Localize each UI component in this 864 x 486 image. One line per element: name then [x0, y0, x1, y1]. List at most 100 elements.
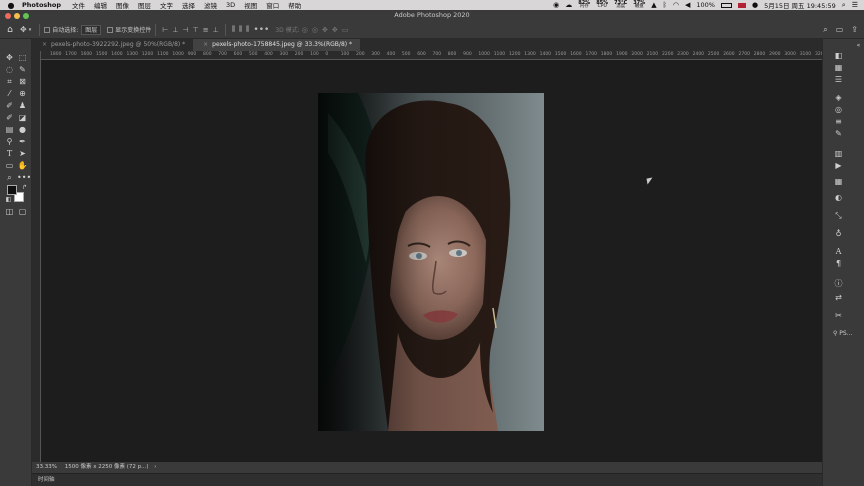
window-minimize-button[interactable] — [14, 13, 20, 19]
close-icon[interactable]: × — [42, 41, 47, 48]
histogram-panel-icon[interactable]: ▥ — [833, 149, 844, 159]
tool-preset-dropdown[interactable]: ▾ — [29, 27, 32, 33]
screen-mode-icon[interactable]: ▢ — [17, 207, 28, 217]
align-center-h-icon[interactable]: ⊥ — [172, 26, 178, 34]
channels-panel-icon[interactable]: ◎ — [833, 105, 844, 115]
layer-dropdown[interactable]: 图层 — [81, 24, 102, 35]
vertical-ruler[interactable] — [32, 51, 41, 462]
align-right-icon[interactable]: ⊣ — [183, 26, 189, 34]
lightbulb-icon[interactable]: ♁ — [833, 229, 844, 239]
workspace-icon[interactable]: ▭ — [836, 25, 844, 35]
align-middle-icon[interactable]: ≡ — [203, 26, 209, 34]
default-colors-icon[interactable]: ◧ — [3, 195, 14, 205]
cloud-icon[interactable]: ☁ — [565, 1, 572, 9]
horizontal-ruler[interactable]: 1800 1700 1600 1500 1400 1300 1200 1100 1000 900 8… — [41, 51, 822, 60]
3d-roll-icon[interactable]: ◎ — [312, 26, 318, 34]
apple-icon[interactable]: ● — [0, 1, 22, 10]
quick-mask-icon[interactable]: ◫ — [4, 207, 15, 217]
more-tools-icon[interactable]: ••• — [17, 173, 31, 183]
properties-panel-icon[interactable]: ⇄ — [833, 293, 844, 303]
tab-document-2[interactable]: × pexels-photo-1758845.jpeg @ 33.3%(RGB/8… — [193, 39, 361, 51]
3d-scale-icon[interactable]: ▭ — [342, 26, 349, 34]
distribute-3-icon[interactable]: ⫼ — [246, 25, 249, 34]
paths-panel-icon[interactable]: ✎ — [833, 129, 844, 139]
zoom-tool-icon[interactable]: ⌕ — [4, 173, 15, 183]
pen-tool-icon[interactable]: ✒ — [17, 137, 28, 147]
menu-help[interactable]: 帮助 — [288, 0, 301, 10]
3d-pan-icon[interactable]: ✥ — [322, 26, 328, 34]
app-menu-photoshop[interactable]: Photoshop — [22, 1, 61, 9]
gradient-tool-icon[interactable]: ▤ — [4, 125, 15, 135]
menu-file[interactable]: 文件 — [72, 0, 85, 10]
menu-filter[interactable]: 滤镜 — [204, 0, 217, 10]
libraries-panel-icon[interactable]: ☰ — [833, 75, 844, 85]
tab-document-1[interactable]: × pexels-photo-3922292.jpeg @ 50%(RGB/8) … — [32, 39, 193, 51]
foreground-color-swatch[interactable] — [7, 185, 17, 195]
3d-orbit-icon[interactable]: ◎ — [302, 26, 308, 34]
share-icon[interactable]: ⇪ — [851, 25, 858, 35]
brush-tool-icon[interactable]: ✐ — [4, 101, 15, 111]
collapse-panels-icon[interactable]: « — [853, 41, 864, 51]
close-icon[interactable]: × — [203, 41, 208, 48]
adjustments-panel-icon[interactable]: ≡ — [833, 117, 844, 127]
stat-memory[interactable]: 82% 内存 — [578, 0, 590, 10]
align-left-icon[interactable]: ⊢ — [162, 26, 168, 34]
blur-tool-icon[interactable]: ● — [17, 125, 28, 135]
menu-layer[interactable]: 图层 — [138, 0, 151, 10]
info-panel-icon[interactable]: ⓘ — [833, 279, 844, 289]
user-icon[interactable]: ● — [752, 1, 758, 9]
status-more-button[interactable]: › — [154, 464, 156, 470]
align-bottom-icon[interactable]: ⊥ — [213, 26, 219, 34]
eraser-tool-icon[interactable]: ◪ — [17, 113, 28, 123]
stat-disk[interactable]: 37% 磁盘 — [633, 0, 645, 10]
transform-icon[interactable]: ⤡ — [833, 211, 844, 221]
menu-edit[interactable]: 编辑 — [94, 0, 107, 10]
lasso-tool-icon[interactable]: ◌ — [4, 65, 15, 75]
menu-window[interactable]: 窗口 — [266, 0, 279, 10]
styles-panel-icon[interactable]: ◐ — [833, 193, 844, 203]
wifi-icon[interactable]: ◠ — [673, 1, 679, 9]
tools-panel-icon[interactable]: ✂ — [833, 311, 844, 321]
menu-image[interactable]: 图像 — [116, 0, 129, 10]
layers-panel-icon[interactable]: ◈ — [833, 93, 844, 103]
swatches-panel-icon[interactable]: ▦ — [833, 63, 844, 73]
align-top-icon[interactable]: ⊤ — [193, 26, 199, 34]
window-close-button[interactable] — [5, 13, 11, 19]
more-options-icon[interactable]: ••• — [253, 25, 269, 35]
move-tool-icon[interactable]: ✥ — [20, 25, 27, 34]
paragraph-panel-icon[interactable]: ¶ — [833, 259, 844, 269]
battery-percent[interactable]: 100% — [696, 1, 715, 9]
actions-panel-icon[interactable]: ▶ — [833, 161, 844, 171]
bluetooth-icon[interactable]: ᛒ — [663, 1, 667, 9]
menu-view[interactable]: 视图 — [244, 0, 257, 10]
search-icon[interactable]: ⌕ — [842, 1, 846, 10]
menu-type[interactable]: 文字 — [160, 0, 173, 10]
search-icon[interactable]: ⌕ — [823, 25, 827, 35]
stat-temperature[interactable]: 73°C 温度 — [614, 0, 627, 10]
menu-select[interactable]: 选择 — [182, 0, 195, 10]
auto-select-checkbox[interactable] — [44, 26, 51, 33]
photoshop-plugin-icon[interactable]: ⚲ PS... — [833, 329, 861, 339]
home-icon[interactable]: ⌂ — [0, 25, 20, 35]
history-panel-icon[interactable]: ▦ — [833, 177, 844, 187]
quick-select-tool-icon[interactable]: ✎ — [17, 65, 28, 75]
path-select-tool-icon[interactable]: ➤ — [17, 149, 28, 159]
distribute-2-icon[interactable]: ⫼ — [239, 25, 242, 34]
shape-tool-icon[interactable]: ▭ — [4, 161, 15, 171]
type-tool-icon[interactable]: T — [4, 149, 15, 159]
flag-icon[interactable] — [737, 2, 746, 8]
healing-brush-tool-icon[interactable]: ⊕ — [17, 89, 28, 99]
timeline-label[interactable]: 时间轴 — [38, 477, 55, 483]
list-icon[interactable]: ☰ — [852, 1, 858, 9]
airplay-icon[interactable]: ▲ — [651, 1, 656, 9]
hand-tool-icon[interactable]: ✋ — [17, 161, 28, 171]
frame-tool-icon[interactable]: ⊠ — [17, 77, 28, 87]
wechat-icon[interactable]: ◉ — [553, 1, 559, 9]
volume-icon[interactable]: ◀ — [685, 1, 690, 9]
menu-3d[interactable]: 3D — [226, 1, 235, 9]
history-brush-tool-icon[interactable]: ✐ — [4, 113, 15, 123]
dodge-tool-icon[interactable]: ⚲ — [4, 137, 15, 147]
canvas-area[interactable] — [41, 60, 822, 462]
move-tool-icon[interactable]: ✥ — [4, 53, 15, 63]
window-zoom-button[interactable] — [23, 13, 29, 19]
